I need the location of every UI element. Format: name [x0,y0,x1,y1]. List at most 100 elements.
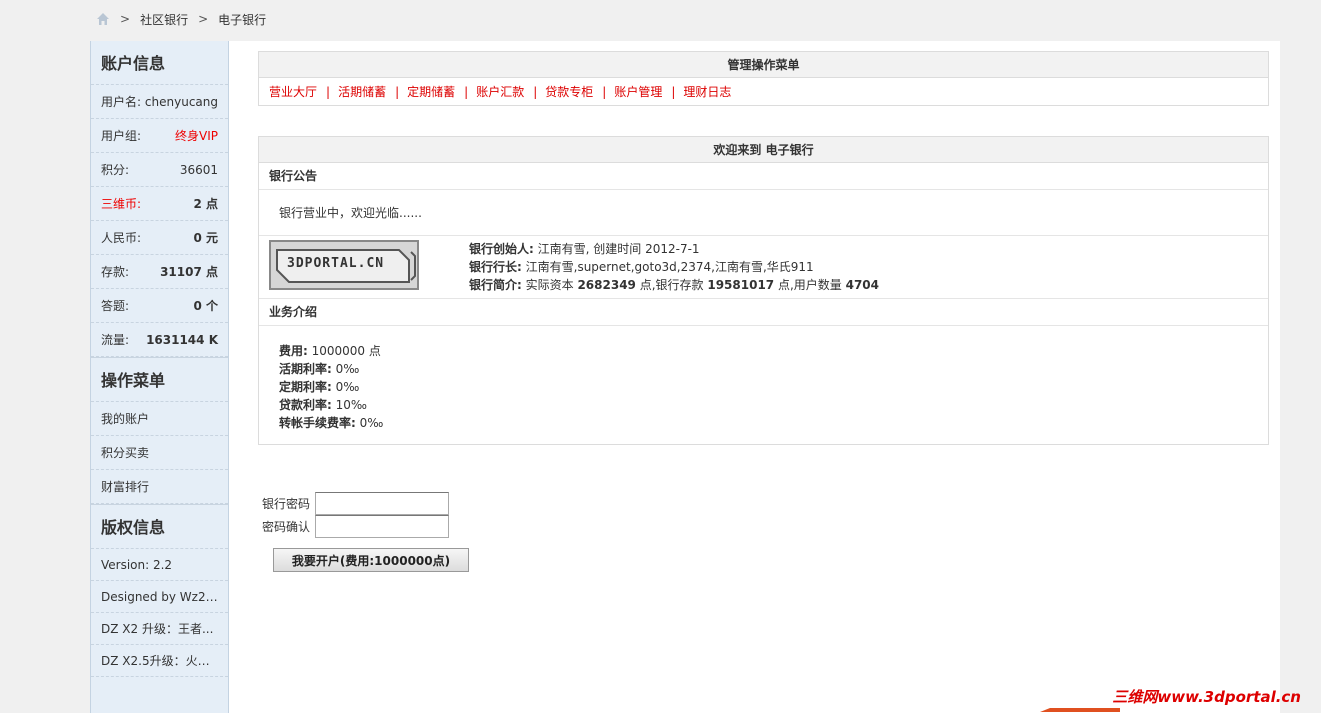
copyright-x25-upgrade[interactable]: DZ X2.5升级：火舞... [91,645,228,677]
biz-transfer-fee-value: 0‰ [355,416,384,430]
intro-pre: 实际资本 [521,278,578,292]
biz-fixed-rate-label: 定期利率: [279,380,332,394]
account-info-title: 账户信息 [91,41,228,85]
main-content: 管理操作菜单 营业大厅 | 活期储蓄 | 定期储蓄 | 账户汇款 | 贷款专柜 | 账户管… [258,51,1269,572]
menu-link-demand-deposit[interactable]: 活期储蓄 [338,83,386,100]
coins-label: 三维币: [101,197,142,211]
ops-menu-title: 操作菜单 [91,358,228,402]
points-label: 积分: [101,163,130,177]
account-row-traffic: 流量: 1631144 K [91,323,228,357]
menu-divider: | [671,84,676,99]
notice-text: 银行营业中，欢迎光临...... [259,190,1268,236]
sidebar-item-wealth-rank[interactable]: 财富排行 [91,470,228,504]
breadcrumb-ebank[interactable]: 电子银行 [218,11,266,28]
username-value: chenyucang [144,94,218,109]
biz-fee-value: 1000000 点 [307,344,381,358]
founder-label: 银行创始人: [469,242,534,256]
copyright-designer[interactable]: Designed by Wz20... [91,581,228,613]
confirm-row: 密码确认 [262,515,469,538]
deposit-value: 31107 点 [160,265,218,279]
biz-fee: 费用: 1000000 点 [279,342,1248,360]
traffic-label: 流量: [101,333,130,347]
password-row: 银行密码 [262,492,469,515]
username-label: 用户名: [101,95,142,109]
watermark: 三维网www.3dportal.cn [1112,688,1301,706]
menu-divider: | [464,84,469,99]
breadcrumb-separator: > [120,12,131,26]
confirm-password-input[interactable] [315,515,449,538]
rmb-label: 人民币: [101,231,142,245]
intro-mid: 点,银行存款 [635,278,708,292]
open-account-button[interactable]: 我要开户(费用:1000000点) [273,548,469,572]
account-row-coins: 三维币: 2 点 [91,187,228,221]
copyright-list: Version: 2.2 Designed by Wz20... DZ X2 升… [91,549,228,677]
biz-title: 业务介绍 [259,299,1268,326]
menu-divider: | [602,84,607,99]
sidebar: 账户信息 用户名: chenyucang 用户组: 终身VIP 积分: 3660… [90,41,229,713]
bank-info-lines: 银行创始人: 江南有雪, 创建时间 2012-7-1 银行行长: 江南有雪,su… [469,240,879,294]
copyright-x25-upgrade-text: DZ X2.5升级：火舞... [101,654,218,668]
biz-loan-rate: 贷款利率: 10‰ [279,396,1248,414]
intro-line: 银行简介: 实际资本 2682349 点,银行存款 19581017 点,用户数… [469,276,879,294]
usergroup-value[interactable]: 终身VIP [175,127,218,144]
sidebar-item-points-trade[interactable]: 积分买卖 [91,436,228,470]
points-value: 36601 [179,162,218,177]
account-row-usergroup: 用户组: 终身VIP [91,119,228,153]
founder-value: 江南有雪, 创建时间 2012-7-1 [533,242,700,256]
copyright-title: 版权信息 [91,505,228,549]
copyright-x2-upgrade-text: DZ X2 升级：王者... [101,622,214,636]
account-row-rmb: 人民币: 0 元 [91,221,228,255]
answers-label: 答题: [101,299,130,313]
breadcrumb-community-bank[interactable]: 社区银行 [140,11,188,28]
page-container: 账户信息 用户名: chenyucang 用户组: 终身VIP 积分: 3660… [90,41,1280,713]
account-row-points: 积分: 36601 [91,153,228,187]
bank-logo-text: 3DPORTAL.CN [287,256,385,271]
biz-transfer-fee-label: 转帐手续费率: [279,416,356,430]
watermark-arrow-icon [1040,708,1120,712]
president-value: 江南有雪,supernet,goto3d,2374,江南有雪,华氏911 [521,260,814,274]
breadcrumb: > 社区银行 > 电子银行 [96,10,266,28]
biz-demand-rate-label: 活期利率: [279,362,332,376]
biz-fixed-rate: 定期利率: 0‰ [279,378,1248,396]
ops-menu-links: 营业大厅 | 活期储蓄 | 定期储蓄 | 账户汇款 | 贷款专柜 | 账户管理 | 理财日志 [259,78,1268,105]
president-line: 银行行长: 江南有雪,supernet,goto3d,2374,江南有雪,华氏9… [469,258,879,276]
biz-transfer-fee: 转帐手续费率: 0‰ [279,414,1248,432]
biz-fixed-rate-value: 0‰ [331,380,360,394]
copyright-designer-text: Designed by Wz20... [101,590,218,604]
account-info-list: 用户名: chenyucang 用户组: 终身VIP 积分: 36601 三维币… [91,85,228,358]
menu-link-lobby[interactable]: 营业大厅 [269,83,317,100]
menu-divider: | [533,84,538,99]
welcome-panel: 欢迎来到 电子银行 银行公告 银行营业中，欢迎光临...... 3DPORTAL… [258,136,1269,445]
account-row-answers: 答题: 0 个 [91,289,228,323]
ops-menu-panel: 管理操作菜单 营业大厅 | 活期储蓄 | 定期储蓄 | 账户汇款 | 贷款专柜 | 账户管… [258,51,1269,106]
menu-link-remittance[interactable]: 账户汇款 [476,83,524,100]
biz-loan-rate-value: 10‰ [331,398,367,412]
bank-info-row: 3DPORTAL.CN 银行创始人: 江南有雪, 创建时间 2012-7-1 银… [259,236,1268,299]
account-row-deposit: 存款: 31107 点 [91,255,228,289]
biz-demand-rate: 活期利率: 0‰ [279,360,1248,378]
founder-line: 银行创始人: 江南有雪, 创建时间 2012-7-1 [469,240,879,258]
menu-divider: | [326,84,331,99]
breadcrumb-separator: > [198,12,209,26]
menu-link-account-manage[interactable]: 账户管理 [614,83,662,100]
menu-link-fixed-deposit[interactable]: 定期储蓄 [407,83,455,100]
welcome-title: 欢迎来到 电子银行 [259,137,1268,163]
menu-divider: | [395,84,400,99]
intro-label: 银行简介: [469,278,522,292]
biz-demand-rate-value: 0‰ [331,362,360,376]
intro-users: 4704 [845,278,880,292]
intro-deposit: 19581017 [707,278,775,292]
bank-logo: 3DPORTAL.CN [269,240,419,290]
menu-link-loans[interactable]: 贷款专柜 [545,83,593,100]
confirm-label: 密码确认 [262,520,311,534]
copyright-x2-upgrade[interactable]: DZ X2 升级：王者... [91,613,228,645]
sidebar-item-my-account[interactable]: 我的账户 [91,402,228,436]
copyright-version-text: Version: 2.2 [101,558,173,572]
intro-mid2: 点,用户数量 [774,278,846,292]
password-input[interactable] [315,492,449,515]
ops-menu-list: 我的账户 积分买卖 财富排行 [91,402,228,505]
president-label: 银行行长: [469,260,522,274]
menu-link-finance-log[interactable]: 理财日志 [683,83,731,100]
home-icon[interactable] [96,12,110,26]
intro-capital: 2682349 [577,278,636,292]
